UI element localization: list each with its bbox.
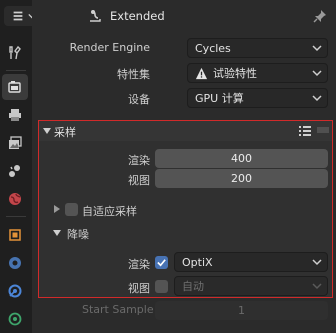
denoise-viewport-dropdown[interactable]: 自动	[174, 276, 328, 296]
properties-header: Extended	[32, 0, 336, 33]
object-data-icon	[90, 10, 101, 22]
denoise-title: 降噪	[67, 228, 89, 241]
denoise-viewport-checkbox[interactable]	[155, 280, 168, 293]
wrench-icon	[13, 11, 22, 21]
output-tab[interactable]	[2, 102, 28, 128]
object-tab[interactable]	[2, 222, 28, 248]
presets-list-icon[interactable]	[298, 124, 312, 138]
start-sample-field[interactable]: 1	[155, 301, 328, 320]
sampling-panel-header[interactable]: 采样	[39, 121, 332, 141]
feature-set-row: 特性集 试验特性	[32, 62, 336, 84]
render-engine-dropdown[interactable]: Cycles	[187, 38, 328, 58]
particles-icon	[8, 284, 22, 298]
checkmark-icon	[157, 259, 166, 267]
device-row: 设备 GPU 计算	[32, 87, 336, 109]
collapse-triangle-icon[interactable]	[53, 229, 61, 237]
render-engine-value: Cycles	[195, 41, 231, 55]
object-cube-icon	[9, 229, 21, 241]
feature-set-dropdown[interactable]: 试验特性	[187, 63, 328, 83]
tool-tab[interactable]	[2, 40, 28, 66]
world-icon	[9, 193, 21, 205]
expand-triangle-icon[interactable]	[53, 205, 61, 213]
chevron-down-icon	[312, 95, 322, 102]
adaptive-sampling-checkbox[interactable]	[65, 203, 78, 216]
scene-tab[interactable]	[2, 158, 28, 184]
denoise-viewport-value: 自动	[182, 280, 204, 293]
feature-set-value: 试验特性	[213, 67, 257, 80]
chevron-down-icon	[312, 70, 322, 77]
physics-icon	[8, 312, 22, 326]
render-camera-icon	[8, 81, 21, 93]
device-dropdown[interactable]: GPU 计算	[187, 88, 328, 108]
physics-tab[interactable]	[2, 306, 28, 332]
world-tab[interactable]	[2, 186, 28, 212]
wrench-icon	[9, 257, 21, 269]
samples-viewport-label: 视图	[128, 174, 150, 187]
scene-icon	[9, 165, 20, 177]
view-layer-tab[interactable]	[2, 130, 28, 156]
device-label: 设备	[128, 93, 150, 106]
denoise-viewport-label: 视图	[128, 282, 150, 295]
tool-icon	[9, 45, 21, 60]
start-sample-label: Start Sample	[82, 303, 154, 316]
sampling-panel: 采样 渲染 400 视图 200 自适应采样 降噪 渲染 OptiX 视图 自动	[38, 120, 333, 298]
particles-tab[interactable]	[2, 278, 28, 304]
samples-render-field[interactable]: 400	[155, 149, 328, 168]
chevron-down-icon	[312, 259, 322, 266]
pin-icon[interactable]	[312, 8, 328, 24]
collapse-triangle-icon	[43, 128, 51, 134]
denoise-render-label: 渲染	[128, 258, 150, 271]
chevron-down-icon	[312, 283, 322, 290]
image-stack-icon	[9, 136, 22, 149]
editor-type-area	[0, 0, 42, 33]
chevron-down-icon	[312, 45, 322, 52]
object-name: Extended	[110, 9, 165, 23]
denoise-render-checkbox[interactable]	[155, 256, 168, 269]
samples-render-label: 渲染	[128, 154, 150, 167]
sampling-title: 采样	[54, 126, 76, 139]
denoise-render-value: OptiX	[182, 255, 213, 269]
render-tab[interactable]	[2, 74, 28, 100]
render-engine-label: Render Engine	[69, 41, 150, 54]
device-value: GPU 计算	[195, 92, 244, 105]
denoise-render-dropdown[interactable]: OptiX	[174, 252, 328, 272]
drag-handle-icon[interactable]	[317, 127, 329, 133]
warning-icon	[195, 67, 208, 79]
printer-icon	[9, 109, 21, 121]
feature-set-label: 特性集	[117, 68, 150, 81]
adaptive-sampling-label: 自适应采样	[82, 205, 137, 218]
modifier-tab[interactable]	[2, 250, 28, 276]
properties-tab-strip	[0, 0, 32, 333]
samples-viewport-field[interactable]: 200	[155, 169, 328, 188]
render-engine-row: Render Engine Cycles	[32, 37, 336, 59]
